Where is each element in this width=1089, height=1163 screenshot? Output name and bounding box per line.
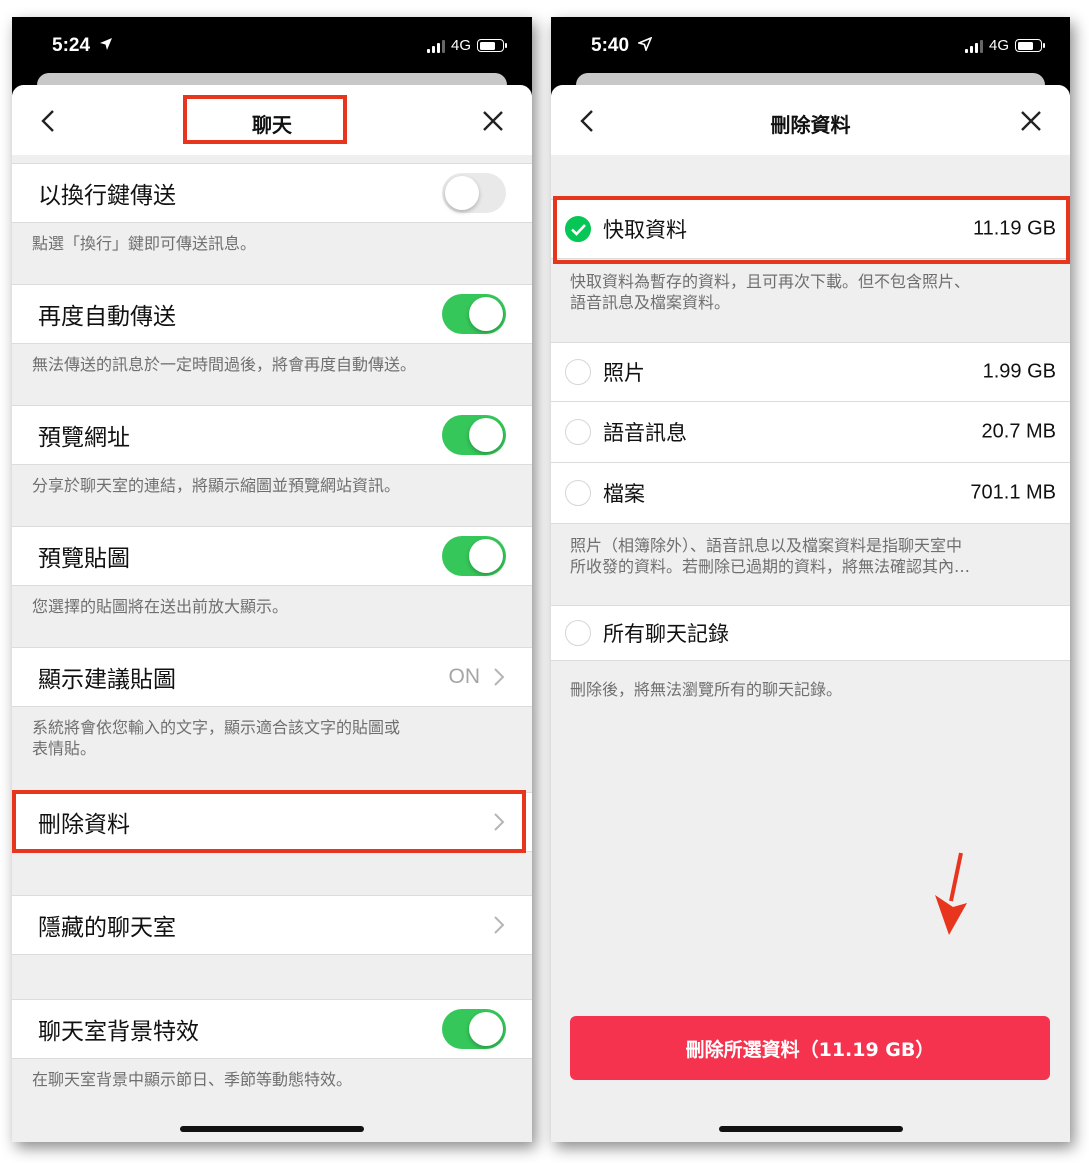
- setting-label: 隱藏的聊天室: [38, 915, 176, 941]
- setting-suggested-stickers[interactable]: 顯示建議貼圖 ON: [12, 647, 532, 707]
- auto-resend-toggle[interactable]: [442, 294, 506, 334]
- battery-icon: [477, 39, 507, 52]
- signal-icon: [964, 39, 983, 53]
- option-label: 語音訊息: [603, 421, 687, 445]
- setting-description: 系統將會依您輸入的文字，顯示適合該文字的貼圖或 表情貼。: [32, 717, 472, 759]
- setting-label: 以換行鍵傳送: [38, 183, 176, 209]
- url-preview-toggle[interactable]: [442, 415, 506, 455]
- battery-icon: [1015, 39, 1045, 52]
- option-description: 刪除後，將無法瀏覽所有的聊天記錄。: [570, 680, 843, 699]
- setting-description: 無法傳送的訊息於一定時間過後，將會再度自動傳送。: [32, 355, 417, 374]
- option-size: 20.7 MB: [981, 420, 1056, 443]
- right-phone-screen: 5:40 4G 刪除資料 快取資料 11.19 GB 快取資料為暫存的資料，且可…: [551, 17, 1070, 1142]
- left-phone-screen: 5:24 4G 聊天 以換行鍵傳送 點選「換行」鍵即可傳送訊息。 再度自動傳送: [12, 17, 532, 1142]
- setting-label: 顯示建議貼圖: [38, 667, 176, 693]
- close-icon[interactable]: [1018, 107, 1044, 135]
- option-label: 所有聊天記錄: [603, 622, 729, 646]
- close-icon[interactable]: [480, 107, 506, 135]
- location-arrow-icon: [100, 38, 113, 50]
- setting-label: 預覽貼圖: [38, 546, 130, 572]
- description-line: 快取資料為暫存的資料，且可再次下載。但不包含照片、: [570, 272, 971, 291]
- setting-description: 您選擇的貼圖將在送出前放大顯示。: [32, 597, 289, 616]
- send-with-enter-toggle[interactable]: [442, 173, 506, 213]
- setting-description: 分享於聊天室的連結，將顯示縮圖並預覽網站資訊。: [32, 476, 401, 495]
- signal-icon: [426, 39, 445, 53]
- cache-highlight-box: [553, 196, 1070, 264]
- status-time: 5:40: [591, 35, 653, 57]
- setting-hidden-chats[interactable]: 隱藏的聊天室: [12, 895, 532, 955]
- setting-value: ON: [448, 665, 481, 688]
- setting-description: 點選「換行」鍵即可傳送訊息。: [32, 234, 257, 253]
- setting-chat-background-effects[interactable]: 聊天室背景特效: [12, 999, 532, 1059]
- time-text: 5:24: [52, 35, 91, 56]
- option-description: 快取資料為暫存的資料，且可再次下載。但不包含照片、 語音訊息及檔案資料。: [570, 271, 1010, 313]
- checkbox-unchecked-icon[interactable]: [565, 620, 591, 646]
- option-all-chat-history[interactable]: 所有聊天記錄: [551, 605, 1070, 661]
- setting-label: 聊天室背景特效: [38, 1019, 199, 1045]
- delete-data-highlight-box: [12, 790, 526, 853]
- home-indicator: [718, 1126, 903, 1132]
- setting-url-preview[interactable]: 預覽網址: [12, 405, 532, 465]
- page-title: 刪除資料: [770, 113, 851, 137]
- option-photos[interactable]: 照片 1.99 GB: [551, 342, 1070, 402]
- title-highlight-box: [183, 95, 347, 144]
- description-line: 表情貼。: [32, 739, 97, 758]
- background-effects-toggle[interactable]: [442, 1009, 506, 1049]
- checkbox-unchecked-icon[interactable]: [565, 359, 591, 385]
- option-files[interactable]: 檔案 701.1 MB: [551, 463, 1070, 524]
- option-description: 照片（相簿除外）、語音訊息以及檔案資料是指聊天室中 所收發的資料。若刪除已過期的…: [570, 535, 1010, 577]
- option-label: 照片: [603, 361, 645, 385]
- description-line: 語音訊息及檔案資料。: [570, 293, 731, 312]
- delete-selected-data-button[interactable]: 刪除所選資料（11.19 GB）: [570, 1016, 1050, 1080]
- chevron-right-icon: [494, 916, 505, 934]
- setting-description: 在聊天室背景中顯示節日、季節等動態特效。: [32, 1070, 353, 1089]
- status-indicators: 4G: [426, 37, 507, 54]
- red-arrow-down-icon: [935, 852, 967, 935]
- checkbox-unchecked-icon[interactable]: [565, 419, 591, 445]
- network-label: 4G: [988, 37, 1009, 54]
- location-arrow-outline-icon: [638, 37, 653, 51]
- status-bar: 5:24 4G: [12, 17, 532, 75]
- setting-sticker-preview[interactable]: 預覽貼圖: [12, 526, 532, 586]
- setting-auto-resend[interactable]: 再度自動傳送: [12, 284, 532, 344]
- home-indicator: [180, 1126, 364, 1132]
- option-label: 檔案: [603, 482, 645, 506]
- option-size: 1.99 GB: [982, 360, 1056, 383]
- setting-label: 預覽網址: [38, 425, 130, 451]
- time-text: 5:40: [591, 35, 630, 56]
- status-bar: 5:40 4G: [551, 17, 1070, 75]
- description-line: 系統將會依您輸入的文字，顯示適合該文字的貼圖或: [32, 718, 401, 737]
- status-time: 5:24: [52, 35, 113, 57]
- option-voice-messages[interactable]: 語音訊息 20.7 MB: [551, 402, 1070, 463]
- settings-sheet: 聊天 以換行鍵傳送 點選「換行」鍵即可傳送訊息。 再度自動傳送 無法傳送的訊息於…: [12, 85, 532, 1142]
- status-indicators: 4G: [964, 37, 1045, 54]
- setting-label: 再度自動傳送: [38, 304, 176, 330]
- description-line: 所收發的資料。若刪除已過期的資料，將無法確認其內…: [570, 557, 971, 576]
- nav-bar: 刪除資料: [551, 85, 1070, 155]
- setting-send-with-enter[interactable]: 以換行鍵傳送: [12, 163, 532, 223]
- network-label: 4G: [450, 37, 471, 54]
- sticker-preview-toggle[interactable]: [442, 536, 506, 576]
- description-line: 照片（相簿除外）、語音訊息以及檔案資料是指聊天室中: [570, 536, 963, 555]
- option-size: 701.1 MB: [970, 481, 1056, 504]
- chevron-right-icon: [494, 668, 505, 686]
- checkbox-unchecked-icon[interactable]: [565, 480, 591, 506]
